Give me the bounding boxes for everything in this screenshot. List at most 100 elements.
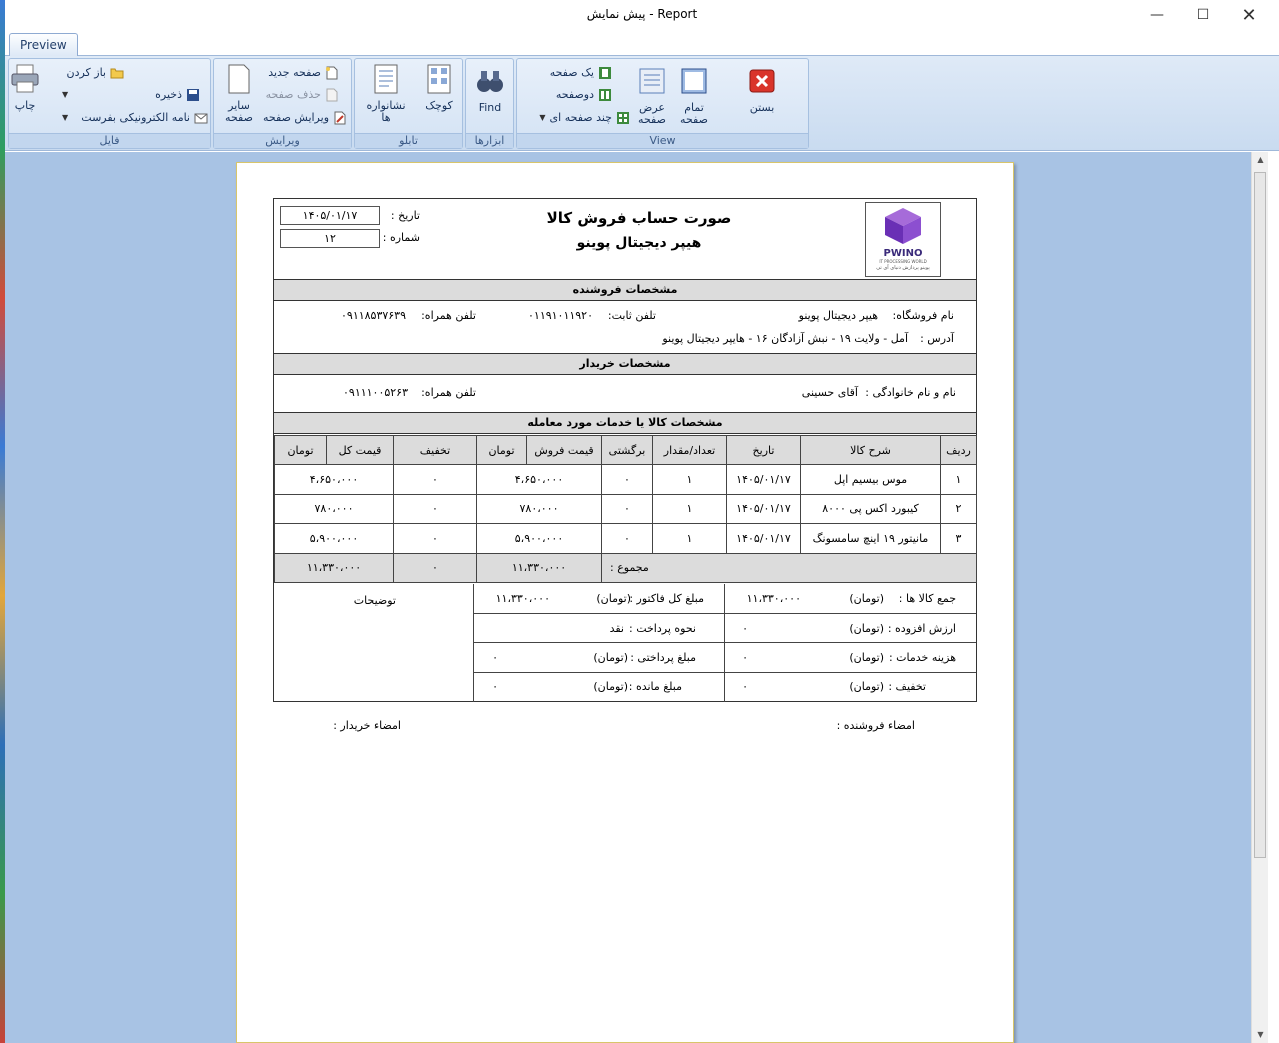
landline-label: تلفن ثابت: xyxy=(607,309,656,322)
column-header: تومان xyxy=(274,435,327,465)
send-email-button[interactable]: نامه الکترونیکی بفرست ▼ xyxy=(60,108,208,128)
ribbon: چاپ باز کردن ذخیره ▼ نامه الکترونیکی بفر… xyxy=(5,56,1279,151)
group-caption-view: View xyxy=(517,133,808,148)
thumbnails-icon xyxy=(427,64,451,94)
table-cell: ۰ xyxy=(393,493,477,524)
column-header: برگشتی xyxy=(601,435,653,465)
print-button[interactable]: چاپ xyxy=(8,63,42,112)
vat-label: ارزش افزوده : xyxy=(887,622,956,635)
two-pages-button[interactable]: دوصفحه xyxy=(556,85,612,105)
window-edge xyxy=(1268,152,1279,1043)
sale-total: ۱۱،۳۳۰،۰۰۰ xyxy=(476,552,602,583)
ribbon-group-tools: Find ابزارها xyxy=(465,58,514,149)
discount-total: ۰ xyxy=(393,552,477,583)
group-caption-navigation: تابلو xyxy=(355,133,462,148)
goods-total-value: ۱۱،۳۳۰،۰۰۰ xyxy=(746,592,801,605)
edit-page-button[interactable]: ویرایش صفحه xyxy=(263,108,347,128)
open-button[interactable]: باز کردن xyxy=(66,63,124,83)
remaining-amount-value: ۰ xyxy=(492,680,498,693)
table-cell: ۰ xyxy=(601,523,653,554)
invoice-total-label: مبلغ کل فاکتور : xyxy=(629,592,704,605)
page-width-button[interactable]: عرض صفحه xyxy=(633,65,671,126)
seller-store-label: نام فروشگاه: xyxy=(892,309,954,322)
email-icon xyxy=(194,113,208,124)
binoculars-icon xyxy=(477,71,503,92)
group-caption-tools: ابزارها xyxy=(466,133,513,148)
delete-page-icon xyxy=(326,88,338,102)
edit-page-icon xyxy=(334,111,346,125)
multi-page-button[interactable]: چند صفحه ای ▼ xyxy=(537,108,630,128)
table-row: ۲ کیبورد اکس پی ۸۰۰۰ ۱۴۰۵/۰۱/۱۷ ۱ ۰ ۷۸۰،… xyxy=(274,493,977,524)
summary-discount-value: ۰ xyxy=(742,680,748,693)
items-table: ردیف شرح کالا تاریخ تعداد/مقدار برگشتی ق… xyxy=(274,435,977,583)
two-pages-icon xyxy=(599,89,611,101)
scroll-down-arrow-icon[interactable]: ▼ xyxy=(1252,1027,1269,1043)
bookmarks-icon xyxy=(374,64,398,94)
column-header: تومان xyxy=(476,435,527,465)
full-page-icon xyxy=(681,68,707,94)
notes-label: توضیحات xyxy=(353,594,396,607)
table-cell: ۴،۶۵۰،۰۰۰ xyxy=(476,464,602,495)
table-cell: موس بیسیم اپل xyxy=(800,464,941,495)
buyer-band: مشخصات خریدار xyxy=(274,353,976,375)
column-header: قیمت فروش xyxy=(526,435,602,465)
service-cost-value: ۰ xyxy=(742,651,748,664)
unit-label: (تومان) xyxy=(849,680,884,693)
table-cell: کیبورد اکس پی ۸۰۰۰ xyxy=(800,493,941,524)
table-cell: مانیتور ۱۹ اینچ سامسونگ xyxy=(800,523,941,554)
landline-value: ۰۱۱۹۱۰۱۱۹۲۰ xyxy=(528,309,593,322)
find-button[interactable]: Find xyxy=(472,65,508,114)
table-cell: ۱۴۰۵/۰۱/۱۷ xyxy=(726,464,801,495)
bookmarks-button[interactable]: نشانواره ها xyxy=(365,63,407,124)
paid-amount-value: ۰ xyxy=(492,651,498,664)
table-cell: ۱ xyxy=(652,493,727,524)
new-page-icon xyxy=(326,66,338,80)
unit-label: (تومان) xyxy=(593,680,628,693)
close-window-button[interactable]: ✕ xyxy=(1226,0,1272,30)
service-cost-label: هزینه خدمات : xyxy=(888,651,956,664)
store-title: هیپر دیجیتال پوینو xyxy=(576,235,702,251)
address-value: آمل - ولایت ۱۹ - نبش آزادگان ۱۶ - هایپر … xyxy=(662,332,908,345)
table-cell: ۳ xyxy=(940,523,977,554)
goods-total-label: جمع کالا ها : xyxy=(898,592,956,605)
full-page-button[interactable]: تمام صفحه xyxy=(675,65,713,126)
items-band: مشخصات کالا یا خدمات مورد معامله xyxy=(274,412,976,434)
invoice: PWINO IT PROCESSING WORLD پوینو پردازش د… xyxy=(273,198,977,702)
multi-page-icon xyxy=(617,112,629,124)
close-icon xyxy=(749,69,775,93)
table-cell: ۰ xyxy=(601,493,653,524)
table-cell: ۰ xyxy=(393,523,477,554)
table-row: ۳ مانیتور ۱۹ اینچ سامسونگ ۱۴۰۵/۰۱/۱۷ ۱ ۰… xyxy=(274,523,977,554)
remaining-amount-label: مبلغ مانده : xyxy=(628,680,682,693)
table-cell: ۱۴۰۵/۰۱/۱۷ xyxy=(726,493,801,524)
other-pages-button[interactable]: سایر صفحه xyxy=(222,63,256,124)
table-header-row: ردیف شرح کالا تاریخ تعداد/مقدار برگشتی ق… xyxy=(274,435,977,465)
save-button[interactable]: ذخیره ▼ xyxy=(60,85,200,105)
scrollbar-thumb[interactable] xyxy=(1254,172,1266,858)
logo-cube-icon xyxy=(885,208,921,244)
table-cell: ۷۸۰،۰۰۰ xyxy=(476,493,602,524)
payment-method-value: نقد xyxy=(609,622,624,635)
table-cell: ۰ xyxy=(393,464,477,495)
table-cell: ۱ xyxy=(652,523,727,554)
one-page-button[interactable]: یک صفحه xyxy=(550,63,612,83)
buyer-mobile-label: تلفن همراه: xyxy=(421,386,476,399)
vertical-scrollbar[interactable]: ▲ ▼ xyxy=(1251,152,1268,1043)
vat-value: ۰ xyxy=(742,622,748,635)
table-cell: ۲ xyxy=(940,493,977,524)
thumbnails-button[interactable]: کوچک xyxy=(419,63,459,112)
summary-section: جمع کالا ها : (تومان) ۱۱،۳۳۰،۰۰۰ ارزش اف… xyxy=(274,584,976,702)
delete-page-button[interactable]: حذف صفحه xyxy=(266,85,339,105)
store-logo: PWINO IT PROCESSING WORLD پوینو پردازش د… xyxy=(865,202,941,277)
tab-preview[interactable]: Preview xyxy=(9,33,78,57)
chevron-down-icon: ▼ xyxy=(539,113,546,122)
close-preview-button[interactable]: بستن xyxy=(745,65,779,114)
minimize-button[interactable]: — xyxy=(1134,0,1180,30)
column-header: قیمت کل xyxy=(326,435,394,465)
table-cell: ۰ xyxy=(601,464,653,495)
scroll-up-arrow-icon[interactable]: ▲ xyxy=(1252,152,1269,168)
ribbon-group-navigation: نشانواره ها کوچک تابلو xyxy=(354,58,463,149)
new-page-button[interactable]: صفحه جدید xyxy=(268,63,339,83)
column-header: ردیف xyxy=(940,435,977,465)
maximize-button[interactable]: ☐ xyxy=(1180,0,1226,30)
